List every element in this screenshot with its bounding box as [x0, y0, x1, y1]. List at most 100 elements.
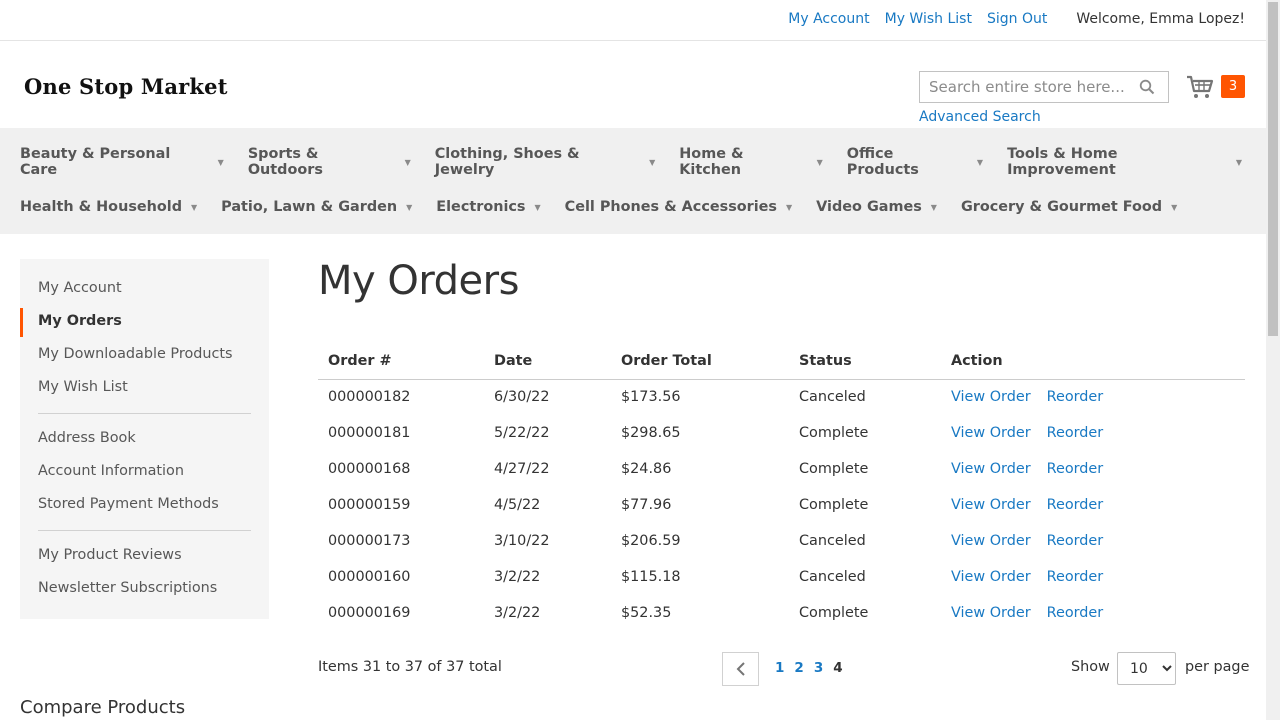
nav-item-sports[interactable]: Sports & Outdoors ▼: [248, 146, 411, 178]
order-status-cell: Canceled: [799, 533, 866, 549]
reorder-link[interactable]: Reorder: [1047, 461, 1104, 477]
order-number-cell: 000000169: [328, 605, 411, 621]
sidebar-item-account-information[interactable]: Account Information: [38, 463, 184, 479]
order-number-cell: 000000181: [328, 425, 411, 441]
nav-item-clothing[interactable]: Clothing, Shoes & Jewelry ▼: [435, 146, 656, 178]
order-date-cell: 4/27/22: [494, 461, 550, 477]
chevron-down-icon: ▼: [191, 202, 198, 212]
column-header-order-number: Order #: [318, 344, 484, 380]
chevron-down-icon: ▼: [406, 202, 413, 212]
panel-header: My Account My Wish List Sign Out Welcome…: [0, 0, 1266, 41]
reorder-link[interactable]: Reorder: [1047, 497, 1104, 513]
my-account-link[interactable]: My Account: [788, 11, 869, 27]
page-scrollbar[interactable]: [1266, 0, 1280, 720]
nav-item-health[interactable]: Health & Household ▼: [20, 199, 197, 215]
nav-item-office[interactable]: Office Products ▼: [847, 146, 983, 178]
header-links: My Account My Wish List Sign Out Welcome…: [773, 11, 1245, 27]
order-total-cell: $115.18: [621, 569, 681, 585]
store-logo[interactable]: One Stop Market: [24, 74, 228, 99]
table-row: 000000169 3/2/22 $52.35 Complete View Order R…: [318, 595, 1245, 631]
order-actions-cell: View Order Reorder: [941, 487, 1245, 523]
sidebar-divider: [38, 413, 251, 414]
chevron-down-icon: ▼: [816, 157, 823, 167]
nav-item-cell-phones[interactable]: Cell Phones & Accessories ▼: [565, 199, 793, 215]
per-page-label: per page: [1185, 659, 1250, 675]
order-status-cell: Complete: [799, 497, 869, 513]
order-total-cell: $77.96: [621, 497, 672, 513]
table-row: 000000160 3/2/22 $115.18 Canceled View Order…: [318, 559, 1245, 595]
view-order-link[interactable]: View Order: [951, 605, 1031, 621]
table-row: 000000181 5/22/22 $298.65 Complete View Orde…: [318, 415, 1245, 451]
cart-icon[interactable]: [1186, 74, 1214, 100]
order-total-cell: $24.86: [621, 461, 672, 477]
search-box: [919, 71, 1169, 103]
reorder-link[interactable]: Reorder: [1047, 425, 1104, 441]
nav-item-tools[interactable]: Tools & Home Improvement ▼: [1007, 146, 1242, 178]
per-page-select[interactable]: 10: [1117, 652, 1176, 685]
nav-item-patio[interactable]: Patio, Lawn & Garden ▼: [221, 199, 412, 215]
chevron-down-icon: ▼: [786, 202, 793, 212]
current-page: 4: [833, 660, 843, 676]
table-header-row: Order # Date Order Total Status Action: [318, 344, 1245, 380]
chevron-down-icon: ▼: [649, 157, 656, 167]
nav-item-home-kitchen[interactable]: Home & Kitchen ▼: [679, 146, 823, 178]
orders-table-body: 000000182 6/30/22 $173.56 Canceled View Orde…: [318, 379, 1245, 631]
compare-products-title: Compare Products: [20, 697, 186, 718]
order-date-cell: 3/10/22: [494, 533, 550, 549]
reorder-link[interactable]: Reorder: [1047, 605, 1104, 621]
view-order-link[interactable]: View Order: [951, 497, 1031, 513]
previous-page-button[interactable]: [722, 652, 759, 686]
chevron-left-icon: [736, 662, 745, 676]
page-link-2[interactable]: 2: [794, 660, 803, 676]
sign-out-link[interactable]: Sign Out: [987, 11, 1047, 27]
column-header-status: Status: [789, 344, 941, 380]
nav-item-grocery[interactable]: Grocery & Gourmet Food ▼: [961, 199, 1177, 215]
view-order-link[interactable]: View Order: [951, 569, 1031, 585]
nav-row: Health & Household ▼ Patio, Lawn & Garden…: [20, 199, 1201, 215]
sidebar-item-address-book[interactable]: Address Book: [38, 430, 136, 446]
sidebar-item-my-account[interactable]: My Account: [38, 280, 122, 296]
reorder-link[interactable]: Reorder: [1047, 389, 1104, 405]
page-link-3[interactable]: 3: [814, 660, 823, 676]
sidebar-item-stored-payment-methods[interactable]: Stored Payment Methods: [38, 496, 219, 512]
order-number-cell: 000000159: [328, 497, 411, 513]
view-order-link[interactable]: View Order: [951, 461, 1031, 477]
column-header-order-total: Order Total: [611, 344, 789, 380]
scrollbar-thumb[interactable]: [1268, 2, 1278, 336]
view-order-link[interactable]: View Order: [951, 533, 1031, 549]
nav-item-electronics[interactable]: Electronics ▼: [436, 199, 540, 215]
nav-item-video-games[interactable]: Video Games ▼: [816, 199, 937, 215]
sidebar-item-my-orders: My Orders: [38, 313, 122, 329]
page-link-1[interactable]: 1: [775, 660, 784, 676]
view-order-link[interactable]: View Order: [951, 389, 1031, 405]
order-number-cell: 000000182: [328, 389, 411, 406]
search-input[interactable]: [920, 72, 1130, 102]
view-order-link[interactable]: View Order: [951, 425, 1031, 441]
chevron-down-icon: ▼: [217, 157, 224, 167]
sidebar-item-newsletter-subscriptions[interactable]: Newsletter Subscriptions: [38, 580, 217, 596]
sidebar-item-product-reviews[interactable]: My Product Reviews: [38, 547, 182, 563]
search-icon[interactable]: [1139, 79, 1155, 95]
table-row: 000000159 4/5/22 $77.96 Complete View Order R…: [318, 487, 1245, 523]
order-actions-cell: View Order Reorder: [941, 595, 1245, 631]
advanced-search-link[interactable]: Advanced Search: [919, 109, 1041, 125]
order-date-cell: 3/2/22: [494, 605, 541, 621]
order-total-cell: $173.56: [621, 389, 681, 406]
order-number-cell: 000000160: [328, 569, 411, 585]
my-wish-list-link[interactable]: My Wish List: [885, 11, 972, 27]
reorder-link[interactable]: Reorder: [1047, 533, 1104, 549]
sidebar-divider: [38, 530, 251, 531]
order-actions-cell: View Order Reorder: [941, 559, 1245, 595]
nav-row: Beauty & Personal Care ▼ Sports & Outdoor…: [20, 146, 1266, 178]
sidebar-item-wish-list[interactable]: My Wish List: [38, 379, 128, 395]
order-status-cell: Canceled: [799, 569, 866, 585]
toolbar-amount: Items 31 to 37 of 37 total: [318, 659, 502, 675]
nav-item-beauty[interactable]: Beauty & Personal Care ▼: [20, 146, 224, 178]
pagination: 1 2 3 4: [775, 660, 843, 676]
chevron-down-icon: ▼: [1235, 157, 1242, 167]
table-row: 000000182 6/30/22 $173.56 Canceled View Orde…: [318, 379, 1245, 415]
sidebar-item-downloadable-products[interactable]: My Downloadable Products: [38, 346, 233, 362]
cart-count-badge[interactable]: 3: [1221, 75, 1245, 98]
order-date-cell: 3/2/22: [494, 569, 541, 585]
reorder-link[interactable]: Reorder: [1047, 569, 1104, 585]
